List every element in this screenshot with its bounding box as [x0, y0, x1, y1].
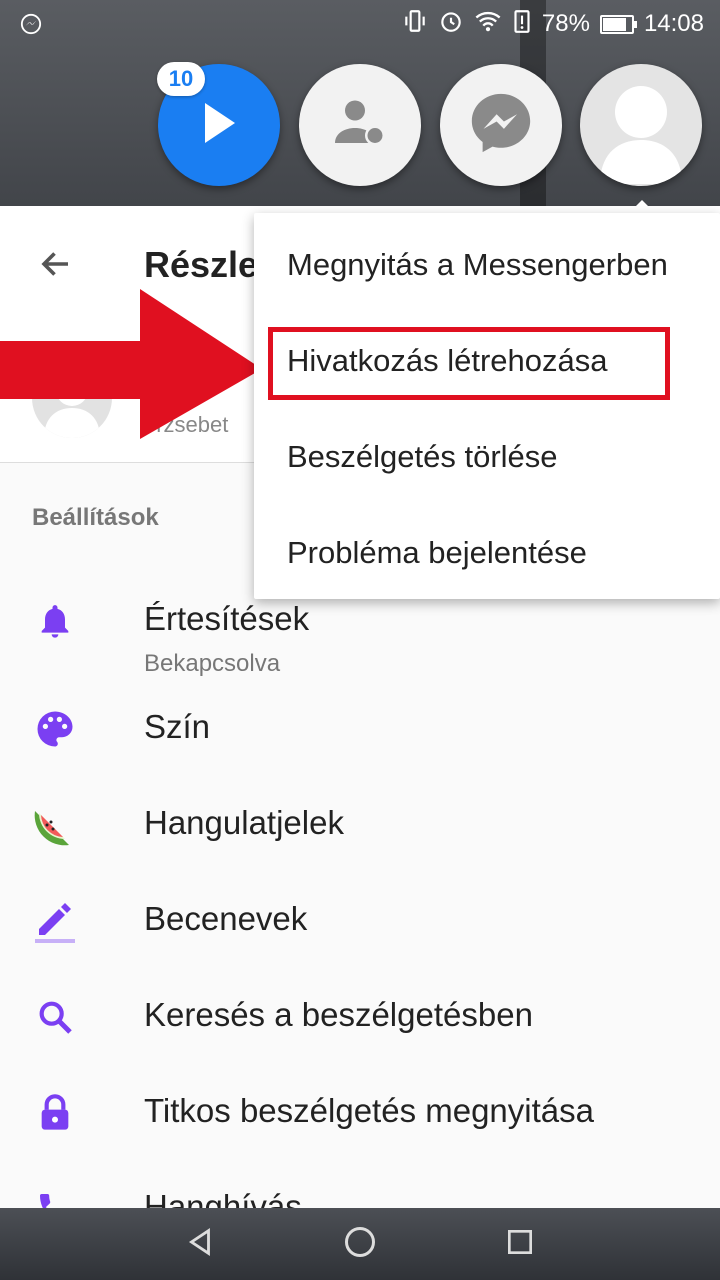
status-bar: 78% 14:08	[0, 0, 720, 48]
chat-head-avatar[interactable]	[580, 64, 702, 186]
bell-icon	[28, 594, 82, 648]
play-icon	[199, 101, 239, 150]
settings-item-secret-conversation[interactable]: Titkos beszélgetés megnyitása	[0, 1064, 720, 1160]
battery-alert-icon	[512, 8, 532, 41]
chat-head-messenger[interactable]	[440, 64, 562, 186]
battery-percent: 78%	[541, 10, 590, 37]
settings-item-sublabel: Bekapcsolva	[144, 650, 281, 677]
avatar-silhouette-icon	[580, 64, 702, 186]
highlight-box	[268, 327, 670, 400]
settings-item-label: Szín	[144, 708, 211, 745]
menu-item-label: Beszélgetés törlése	[287, 439, 558, 474]
settings-item-label: Értesítések	[144, 600, 310, 637]
settings-item-label: Becenevek	[144, 900, 308, 937]
square-recents-icon	[504, 1226, 536, 1263]
nav-recents-button[interactable]	[502, 1226, 538, 1262]
menu-item-report-problem[interactable]: Probléma bejelentése	[254, 505, 720, 601]
settings-item-search[interactable]: Keresés a beszélgetésben	[0, 968, 720, 1064]
menu-item-label: Megnyitás a Messengerben	[287, 247, 668, 282]
settings-item-label: Hangulatjelek	[144, 804, 344, 841]
palette-icon	[28, 702, 82, 756]
messenger-notification-icon	[20, 13, 42, 40]
messenger-icon	[466, 88, 536, 163]
settings-item-label: Titkos beszélgetés megnyitása	[144, 1092, 594, 1129]
contact-icon	[330, 93, 390, 158]
nav-back-button[interactable]	[182, 1226, 218, 1262]
search-icon	[28, 990, 82, 1044]
settings-item-label: Keresés a beszélgetésben	[144, 996, 533, 1033]
section-label: Beállítások	[32, 504, 159, 531]
menu-item-label: Probléma bejelentése	[287, 535, 587, 570]
menu-item-delete-conversation[interactable]: Beszélgetés törlése	[254, 409, 720, 505]
page-title: Részlet	[144, 244, 271, 285]
lock-icon	[28, 1086, 82, 1140]
triangle-back-icon	[183, 1225, 217, 1264]
battery-icon	[599, 14, 637, 34]
phone-icon	[28, 1182, 82, 1208]
pencil-icon	[28, 894, 82, 948]
arrow-left-icon	[38, 246, 74, 287]
settings-item-color[interactable]: Szín	[0, 680, 720, 776]
watermelon-icon	[28, 798, 82, 852]
navigation-bar	[0, 1208, 720, 1280]
menu-item-open-in-messenger[interactable]: Megnyitás a Messengerben	[254, 217, 720, 313]
settings-item-voice-call[interactable]: Hanghívás	[0, 1160, 720, 1208]
chat-head-contact[interactable]	[299, 64, 421, 186]
nav-home-button[interactable]	[342, 1226, 378, 1262]
circle-home-icon	[342, 1224, 378, 1265]
settings-item-emoji[interactable]: Hangulatjelek	[0, 776, 720, 872]
vibrate-icon	[402, 8, 428, 41]
settings-item-nicknames[interactable]: Becenevek	[0, 872, 720, 968]
menu-caret	[628, 200, 656, 214]
overflow-menu: Megnyitás a Messengerben Hivatkozás létr…	[254, 213, 720, 599]
wifi-icon	[474, 9, 502, 40]
settings-item-label: Hanghívás	[144, 1188, 302, 1208]
unread-count-badge: 10	[157, 62, 205, 96]
alarm-icon	[438, 8, 464, 41]
clock: 14:08	[643, 10, 704, 37]
